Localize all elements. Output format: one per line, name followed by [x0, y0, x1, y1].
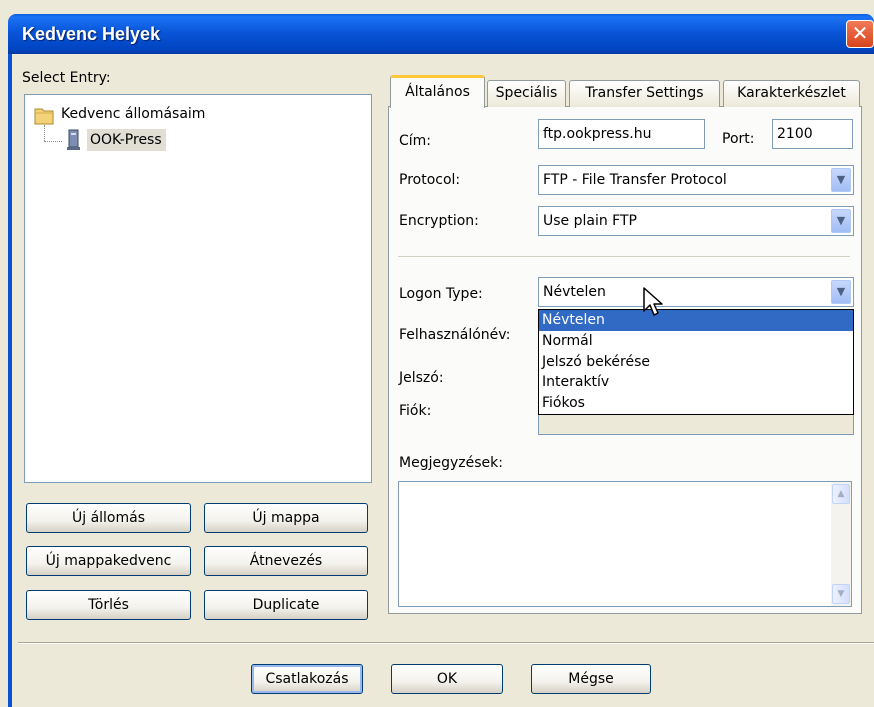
- title-bar[interactable]: Kedvenc Helyek ✕: [8, 14, 874, 54]
- scroll-up-icon[interactable]: ▲: [832, 484, 850, 504]
- host-label: Cím:: [399, 133, 432, 149]
- connect-button[interactable]: Csatlakozás: [251, 664, 363, 694]
- dropdown-option[interactable]: Jelszó bekérése: [539, 352, 853, 373]
- username-label: Felhasználónév:: [399, 327, 511, 343]
- encryption-value: Use plain FTP: [543, 213, 637, 229]
- site-manager-window: Kedvenc Helyek ✕ Select Entry: Kedvenc á…: [0, 0, 874, 707]
- cancel-button[interactable]: Mégse: [531, 664, 651, 694]
- tab-general[interactable]: Általános: [390, 75, 485, 108]
- logon-type-value: Névtelen: [543, 284, 606, 300]
- tab-charset[interactable]: Karakterkészlet: [723, 80, 860, 107]
- duplicate-button[interactable]: Duplicate: [204, 590, 368, 620]
- logon-type-dropdown[interactable]: Névtelen Normál Jelszó bekérése Interakt…: [538, 309, 854, 415]
- dropdown-option[interactable]: Névtelen: [539, 310, 853, 331]
- new-bookmark-button[interactable]: Új mappakedvenc: [26, 546, 191, 576]
- separator: [398, 256, 850, 258]
- delete-button[interactable]: Törlés: [26, 590, 191, 620]
- comments-label: Megjegyzések:: [399, 455, 503, 471]
- rename-button[interactable]: Átnevezés: [204, 546, 368, 576]
- server-icon: [67, 129, 80, 150]
- logon-type-select[interactable]: Névtelen ▼: [538, 277, 854, 307]
- chevron-down-icon[interactable]: ▼: [831, 168, 851, 192]
- tree-item-label: OOK-Press: [87, 129, 166, 151]
- chevron-down-icon[interactable]: ▼: [831, 209, 851, 233]
- comments-scrollbar[interactable]: ▲ ▼: [831, 482, 851, 606]
- protocol-value: FTP - File Transfer Protocol: [543, 172, 727, 188]
- tree-item-label: Kedvenc állomásaim: [61, 106, 206, 122]
- port-label: Port:: [722, 131, 755, 147]
- encryption-label: Encryption:: [399, 213, 479, 229]
- encryption-select[interactable]: Use plain FTP ▼: [538, 206, 854, 236]
- password-label: Jelszó:: [399, 370, 444, 386]
- tab-advanced[interactable]: Speciális: [487, 80, 566, 107]
- host-input[interactable]: ftp.ookpress.hu: [538, 119, 705, 149]
- dropdown-option[interactable]: Interaktív: [539, 372, 853, 393]
- port-input[interactable]: 2100: [772, 119, 853, 149]
- logon-type-label: Logon Type:: [399, 286, 483, 302]
- chevron-down-icon[interactable]: ▼: [831, 280, 851, 304]
- scroll-down-icon[interactable]: ▼: [832, 584, 850, 604]
- tab-transfer-settings[interactable]: Transfer Settings: [569, 80, 720, 107]
- protocol-label: Protocol:: [399, 172, 461, 188]
- account-label: Fiók:: [399, 403, 432, 419]
- comments-textarea[interactable]: ▲ ▼: [398, 481, 852, 607]
- dropdown-option[interactable]: Fiókos: [539, 393, 853, 414]
- folder-icon: [34, 108, 54, 125]
- new-folder-button[interactable]: Új mappa: [204, 503, 368, 533]
- ok-button[interactable]: OK: [391, 664, 503, 694]
- account-input: [538, 413, 854, 435]
- window-title: Kedvenc Helyek: [22, 24, 161, 44]
- window-left-border: [8, 54, 12, 707]
- footer-separator: [18, 642, 874, 644]
- close-button[interactable]: ✕: [846, 20, 874, 48]
- tree-connector: [44, 125, 45, 141]
- protocol-select[interactable]: FTP - File Transfer Protocol ▼: [538, 165, 854, 195]
- site-tree[interactable]: Kedvenc állomásaim OOK-Press: [24, 94, 372, 483]
- dropdown-option[interactable]: Normál: [539, 331, 853, 352]
- select-entry-label: Select Entry:: [22, 70, 111, 86]
- new-site-button[interactable]: Új állomás: [26, 503, 191, 533]
- tree-connector: [44, 141, 62, 142]
- mouse-cursor-icon: [643, 287, 663, 316]
